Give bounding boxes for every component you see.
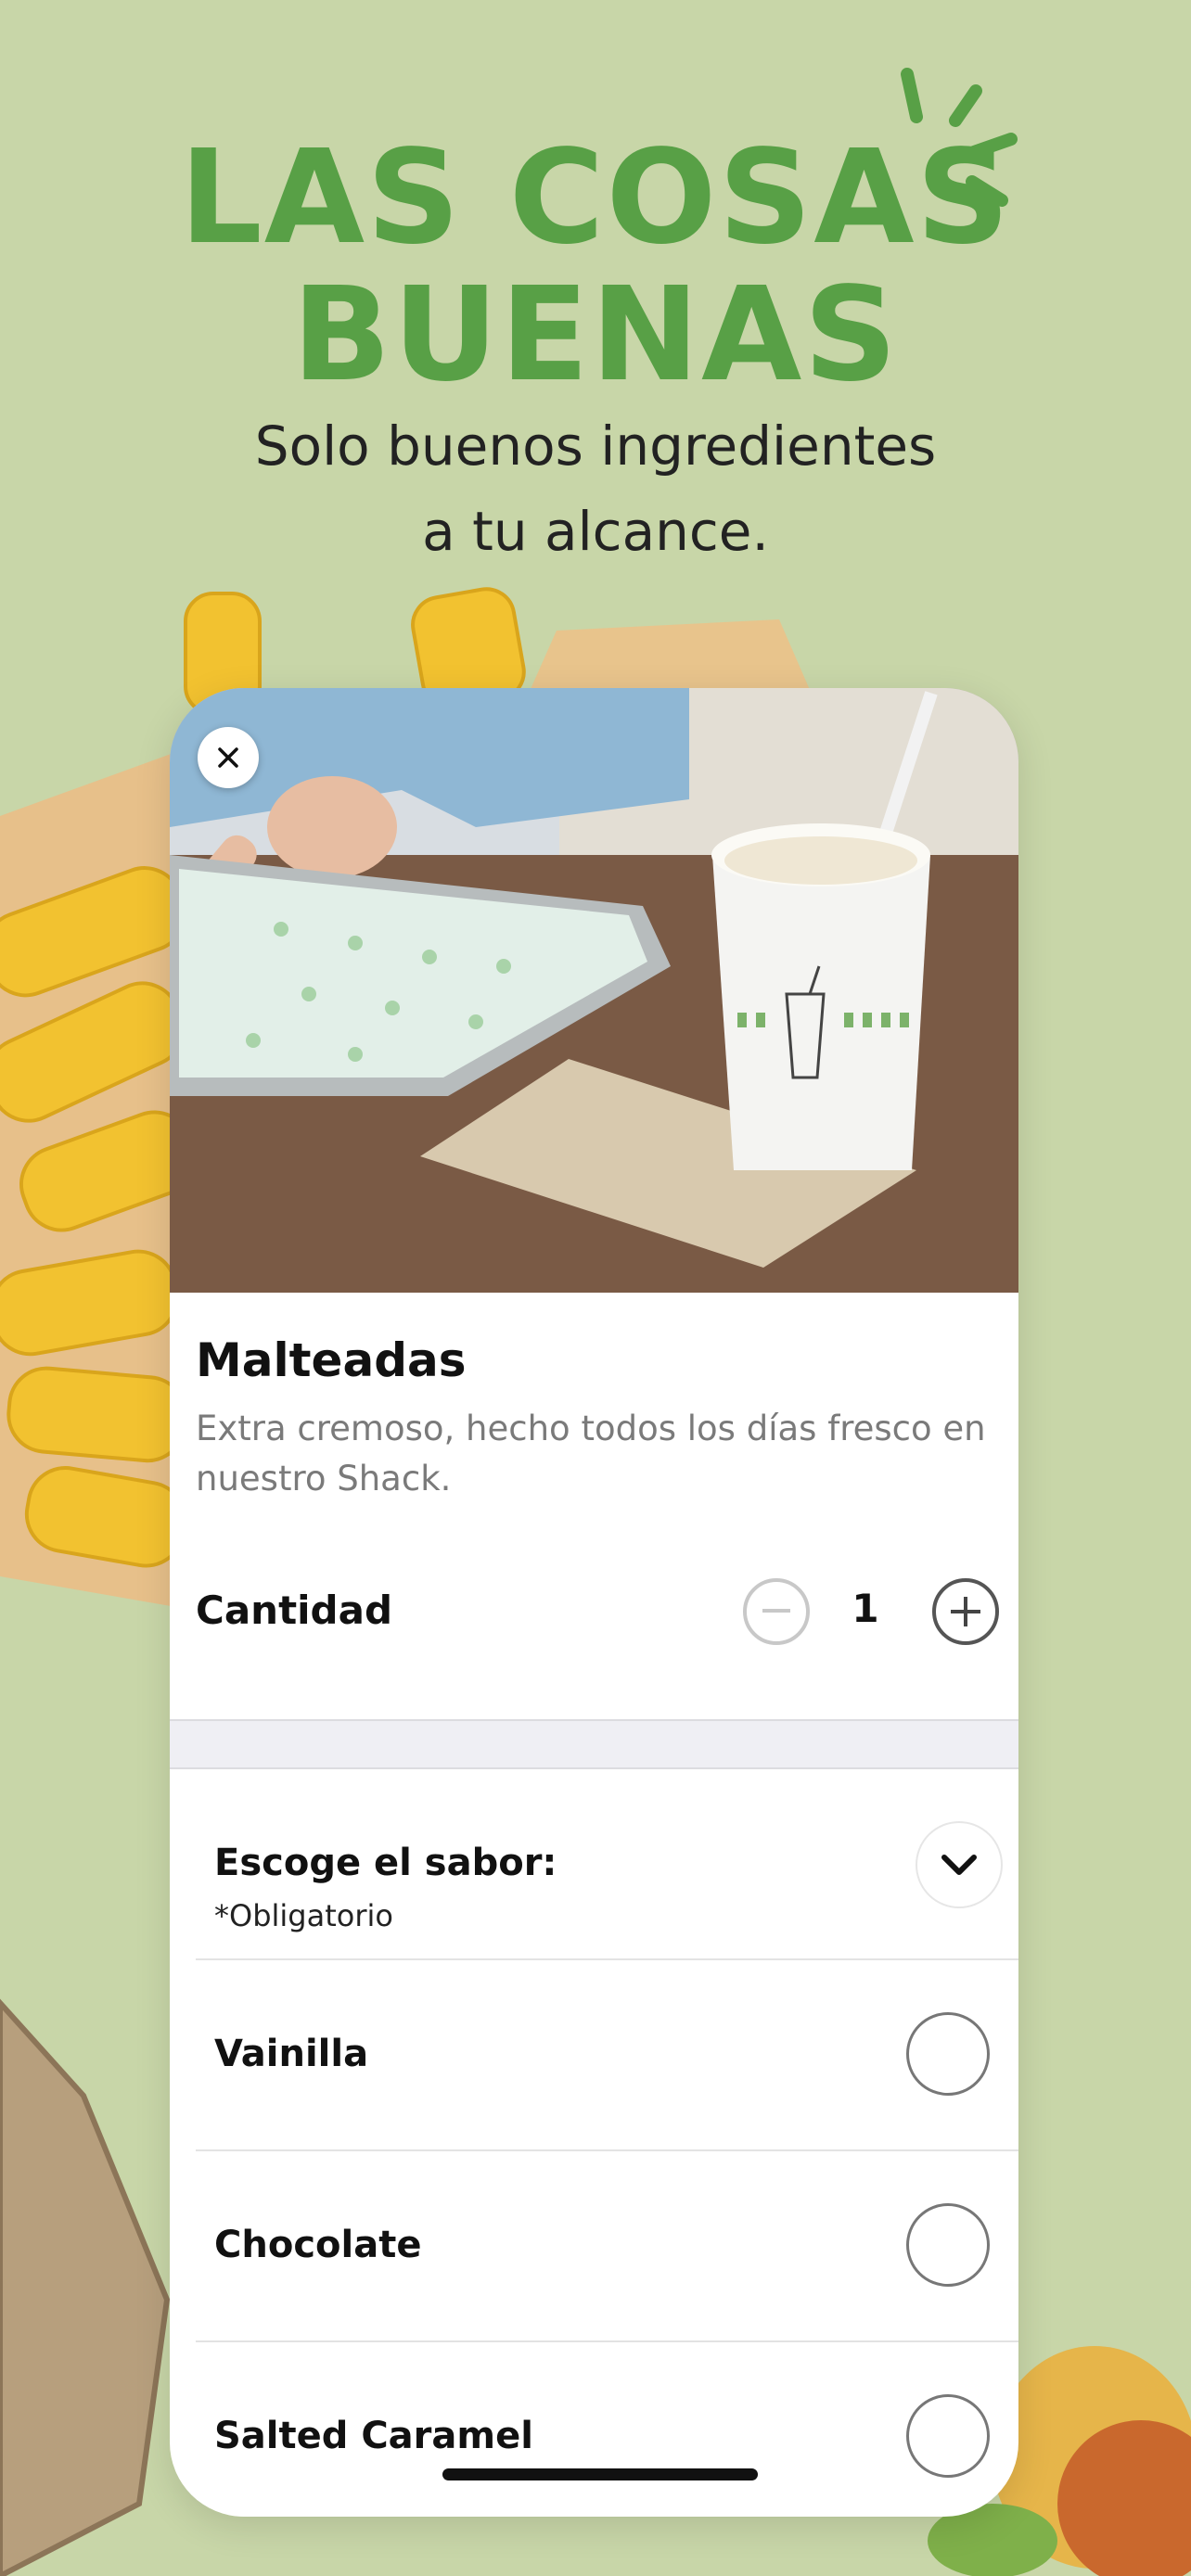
headline-line-2: BUENAS — [291, 260, 900, 411]
flavor-option-label: Salted Caramel — [214, 2415, 533, 2457]
product-photo — [170, 688, 1018, 1293]
radio-button[interactable] — [906, 2203, 990, 2287]
minus-icon — [762, 1609, 790, 1613]
flavor-option-chocolate[interactable]: Chocolate — [196, 2149, 1018, 2342]
quantity-increment-button[interactable] — [932, 1578, 999, 1645]
product-card: Malteadas Extra cremoso, hecho todos los… — [170, 688, 1018, 2517]
flavor-option-vainilla[interactable]: Vainilla — [196, 1958, 1018, 2151]
flavor-option-salted-caramel[interactable]: Salted Caramel — [196, 2340, 1018, 2517]
plus-icon — [951, 1597, 980, 1626]
chevron-down-icon — [941, 1855, 977, 1875]
product-description: Extra cremoso, hecho todos los días fres… — [196, 1409, 986, 1498]
quantity-label: Cantidad — [196, 1588, 393, 1633]
flavor-option-label: Vainilla — [214, 2033, 369, 2075]
product-title: Malteadas — [196, 1333, 467, 1387]
radio-button[interactable] — [906, 2012, 990, 2096]
close-button[interactable] — [198, 727, 259, 788]
flavor-required-note: *Obligatorio — [214, 1898, 393, 1933]
close-icon — [218, 747, 238, 768]
subtitle: Solo buenos ingredientes a tu alcance. — [0, 403, 1191, 574]
radio-button[interactable] — [906, 2394, 990, 2478]
subtitle-line-2: a tu alcance. — [422, 500, 769, 563]
sparkle-burst-icon — [901, 68, 1018, 207]
quantity-decrement-button[interactable] — [743, 1578, 810, 1645]
home-indicator — [442, 2468, 758, 2480]
flavor-option-label: Chocolate — [214, 2224, 422, 2266]
flavor-section-toggle[interactable] — [916, 1821, 1003, 1908]
flavor-section-title: Escoge el sabor: — [214, 1842, 557, 1884]
section-divider — [170, 1719, 1018, 1769]
quantity-value: 1 — [852, 1586, 879, 1631]
subtitle-line-1: Solo buenos ingredientes — [254, 414, 937, 478]
